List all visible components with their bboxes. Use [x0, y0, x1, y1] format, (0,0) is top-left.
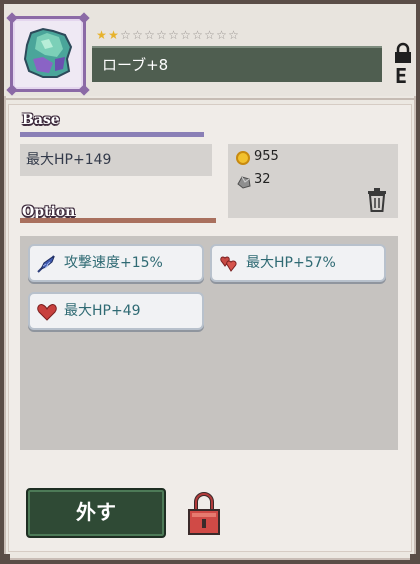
star-empty-icon: ☆ [168, 28, 179, 42]
ore-value: 32 [254, 172, 271, 187]
price-box: 955 32 [228, 144, 398, 218]
option-item-max-hp-percent[interactable]: 最大HP+57% [210, 244, 386, 282]
star-filled-icon: ★ [108, 28, 119, 42]
header-divider [4, 98, 416, 100]
star-filled-icon: ★ [96, 28, 107, 42]
option-item-max-hp[interactable]: 最大HP+49 [28, 292, 204, 330]
gold-coin-icon [236, 151, 250, 165]
item-content: Base 最大HP+149 955 32 Option 攻撃速度+15% 最大H… [8, 104, 412, 552]
star-empty-icon: ☆ [180, 28, 191, 42]
option-item-attack-speed[interactable]: 攻撃速度+15% [28, 244, 204, 282]
robe-icon [23, 27, 73, 78]
star-empty-icon: ☆ [156, 28, 167, 42]
equipped-mark: E [394, 64, 408, 88]
gold-value: 955 [254, 149, 279, 164]
padlock-icon[interactable] [392, 42, 414, 64]
unequip-button[interactable]: 外す [26, 488, 166, 538]
item-header: ★ ★ ☆ ☆ ☆ ☆ ☆ ☆ ☆ ☆ ☆ ☆ ローブ+8 E [4, 4, 416, 96]
item-icon-frame [6, 12, 90, 96]
lock-button-icon[interactable] [186, 488, 222, 538]
star-empty-icon: ☆ [228, 28, 239, 42]
base-section-label: Base [22, 112, 60, 128]
star-empty-icon: ☆ [192, 28, 203, 42]
option-text: 最大HP+57% [246, 255, 336, 271]
frame-corner [0, 554, 10, 564]
item-name: ローブ+8 [102, 56, 169, 74]
base-underline [20, 132, 204, 137]
feather-icon [37, 255, 55, 273]
frame-corner [410, 554, 420, 564]
ore-icon [237, 176, 251, 189]
base-stat: 最大HP+149 [20, 144, 212, 176]
option-text: 攻撃速度+15% [64, 255, 163, 271]
star-rating: ★ ★ ☆ ☆ ☆ ☆ ☆ ☆ ☆ ☆ ☆ ☆ [96, 28, 239, 42]
option-list: 攻撃速度+15% 最大HP+57% 最大HP+49 [20, 236, 398, 450]
star-empty-icon: ☆ [144, 28, 155, 42]
star-empty-icon: ☆ [120, 28, 131, 42]
heart-icon [37, 304, 57, 321]
star-empty-icon: ☆ [216, 28, 227, 42]
item-name-bar: ローブ+8 [92, 46, 382, 82]
option-underline [20, 218, 216, 223]
star-empty-icon: ☆ [132, 28, 143, 42]
option-text: 最大HP+49 [64, 303, 141, 319]
double-heart-icon [220, 256, 237, 272]
star-empty-icon: ☆ [204, 28, 215, 42]
trash-icon[interactable] [366, 188, 388, 212]
